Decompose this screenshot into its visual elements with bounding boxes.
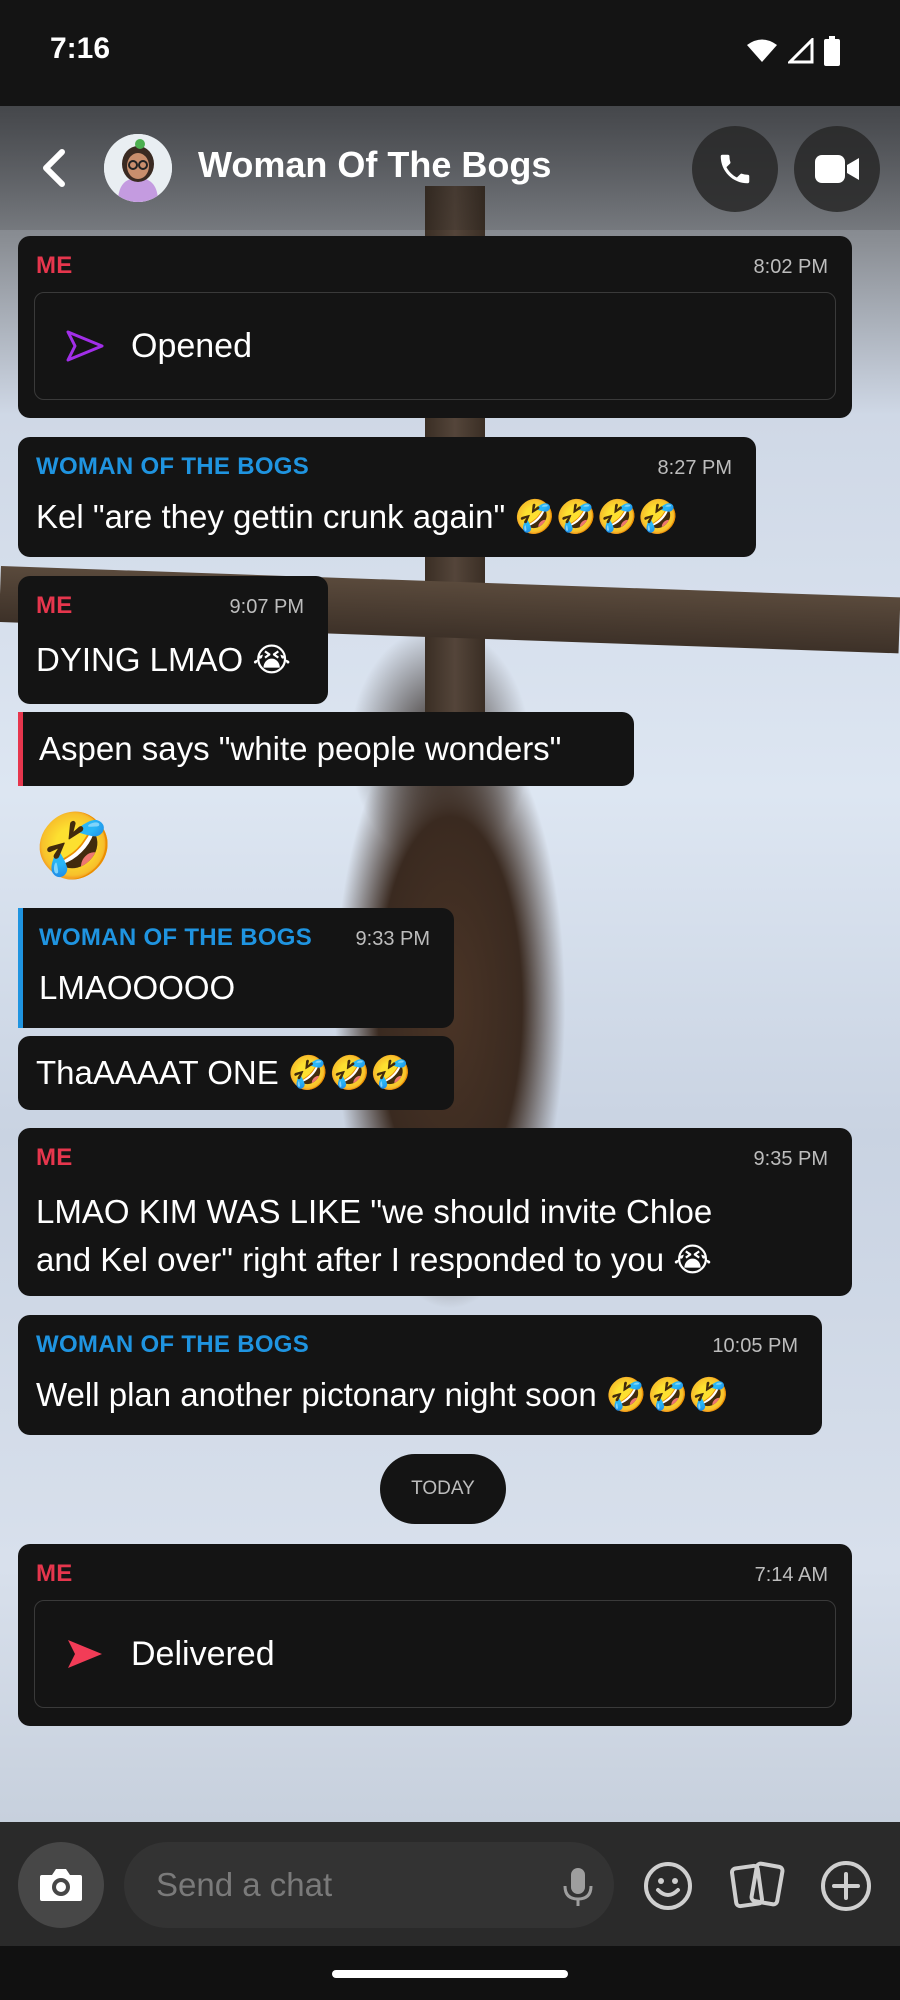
message-text: Aspen says "white people wonders" — [39, 730, 562, 767]
microphone-button[interactable] — [562, 1866, 594, 1913]
sender-label: ME — [36, 1560, 73, 1587]
message-time: 7:14 AM — [754, 1564, 828, 1586]
opened-arrow-icon — [66, 330, 104, 362]
camera-icon — [40, 1869, 82, 1901]
message-text: ThaAAAAT ONE 🤣🤣🤣 — [36, 1054, 412, 1091]
sender-label: ME — [36, 1144, 73, 1171]
message-text-line: LMAO KIM WAS LIKE "we should invite Chlo… — [36, 1193, 713, 1230]
chevron-left-icon — [43, 149, 65, 187]
message-bubble[interactable]: WOMAN OF THE BOGS 8:27 PM Kel "are they … — [18, 437, 756, 557]
smiley-icon — [644, 1862, 692, 1910]
sender-label: ME — [36, 592, 73, 619]
chat-title[interactable]: Woman Of The Bogs — [198, 144, 551, 186]
voice-call-button[interactable] — [692, 126, 778, 212]
message-time: 8:27 PM — [657, 457, 732, 479]
message-time: 9:33 PM — [355, 928, 430, 950]
delivered-arrow-icon — [68, 1640, 102, 1668]
sender-label: WOMAN OF THE BOGS — [36, 1331, 310, 1358]
sender-label: ME — [36, 252, 73, 279]
phone-icon — [720, 154, 750, 184]
avatar[interactable] — [104, 134, 172, 202]
video-camera-icon — [815, 155, 859, 183]
home-gesture-handle[interactable] — [332, 1970, 568, 1978]
microphone-icon — [563, 1868, 593, 1906]
snap-status-text: Delivered — [131, 1634, 275, 1673]
chat-composer — [0, 1822, 900, 1946]
system-nav-bar — [0, 1946, 900, 2000]
message-text-line: and Kel over" right after I responded to… — [36, 1241, 712, 1278]
battery-icon — [824, 36, 840, 71]
chat-header: Woman Of The Bogs — [0, 106, 900, 230]
message-text: Well plan another pictonary night soon 🤣… — [36, 1376, 730, 1413]
message-bubble[interactable]: ThaAAAAT ONE 🤣🤣🤣 — [18, 1036, 454, 1110]
sender-label: WOMAN OF THE BOGS — [39, 924, 313, 951]
emoji-message[interactable]: 🤣 — [34, 810, 114, 882]
wifi-icon — [746, 38, 778, 69]
message-text: Kel "are they gettin crunk again" 🤣🤣🤣🤣 — [36, 498, 679, 535]
message-time: 8:02 PM — [753, 256, 828, 278]
signal-icon — [786, 36, 814, 69]
emoji-button[interactable] — [640, 1858, 696, 1914]
status-bar: 7:16 — [0, 0, 900, 106]
add-button[interactable] — [818, 1858, 874, 1914]
message-bubble[interactable]: ME 8:02 PM Opened — [18, 236, 852, 418]
message-time: 9:35 PM — [753, 1148, 828, 1170]
message-text: LMAOOOOO — [39, 969, 236, 1006]
opened-status-card[interactable]: Opened — [34, 292, 836, 400]
cards-icon — [730, 1861, 785, 1909]
message-time: 9:07 PM — [229, 596, 304, 618]
delivered-status-card[interactable]: Delivered — [34, 1600, 836, 1708]
day-divider: TODAY — [380, 1454, 506, 1524]
message-text: DYING LMAO 😭 — [36, 641, 291, 678]
memories-button[interactable] — [730, 1858, 786, 1914]
message-bubble[interactable]: ME 9:07 PM DYING LMAO 😭 — [18, 576, 328, 704]
message-bubble[interactable]: WOMAN OF THE BOGS 10:05 PM Well plan ano… — [18, 1315, 822, 1435]
message-time: 10:05 PM — [712, 1335, 798, 1357]
video-call-button[interactable] — [794, 126, 880, 212]
snap-status-text: Opened — [131, 326, 252, 365]
sender-label: WOMAN OF THE BOGS — [36, 453, 310, 480]
chat-input[interactable] — [124, 1842, 614, 1928]
message-bubble[interactable]: Aspen says "white people wonders" — [18, 712, 634, 786]
message-bubble[interactable]: ME 7:14 AM Delivered — [18, 1544, 852, 1726]
plus-circle-icon — [821, 1861, 871, 1911]
camera-button[interactable] — [18, 1842, 104, 1928]
back-button[interactable] — [34, 144, 74, 192]
message-bubble[interactable]: WOMAN OF THE BOGS 9:33 PM LMAOOOOO — [18, 908, 454, 1028]
status-time: 7:16 — [50, 32, 111, 65]
message-bubble[interactable]: ME 9:35 PM LMAO KIM WAS LIKE "we should … — [18, 1128, 852, 1296]
